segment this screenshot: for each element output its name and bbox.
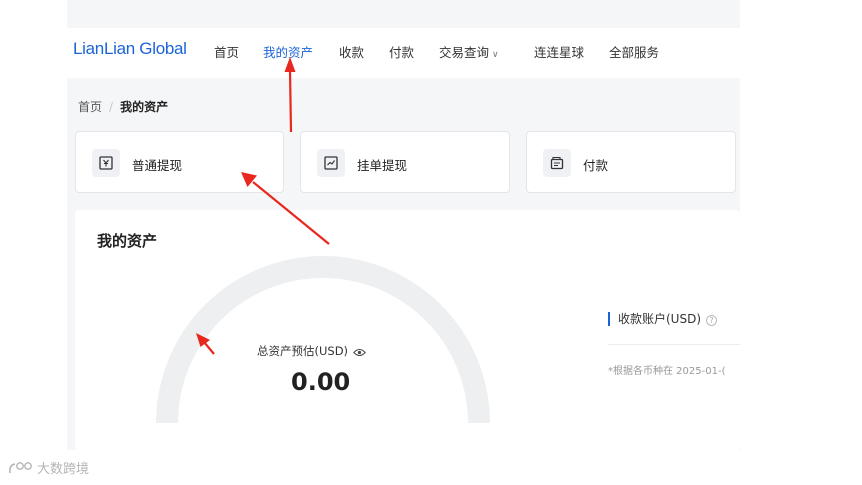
order-withdraw-label: 挂单提现 <box>357 158 408 173</box>
nav-all-services[interactable]: 全部服务 <box>609 42 659 61</box>
collection-account-label-text: 收款账户(USD) <box>618 312 702 326</box>
watermark-logo-icon <box>8 461 34 479</box>
app-window: LianLian Global 首页 我的资产 收款 付款 交易查询 ∨ 连连星球… <box>67 0 740 450</box>
exchange-rate-note: *根据各币种在 2025-01-( <box>608 366 726 377</box>
nav-transaction-query-label: 交易查询 <box>439 45 490 60</box>
breadcrumb-current: 我的资产 <box>120 100 169 114</box>
nav-lianlian-planet[interactable]: 连连星球 <box>534 42 584 61</box>
normal-withdraw-button[interactable]: 普通提现 <box>75 131 284 193</box>
watermark: 大数跨境 <box>8 458 89 479</box>
panel-title: 我的资产 <box>97 232 158 250</box>
nav-receive[interactable]: 收款 <box>339 42 364 61</box>
top-navigation: LianLian Global 首页 我的资产 收款 付款 交易查询 ∨ 连连星球… <box>67 28 740 78</box>
chevron-down-icon: ∨ <box>492 50 499 60</box>
order-withdraw-icon <box>317 149 345 177</box>
nav-payment[interactable]: 付款 <box>389 42 414 61</box>
withdraw-icon <box>92 149 120 177</box>
my-assets-panel: 我的资产 总资产预估(USD) 0.00 收款账户(USD)? *根据各币种在 … <box>75 210 740 450</box>
divider <box>608 344 740 345</box>
eye-icon[interactable] <box>353 346 366 360</box>
asset-gauge <box>156 256 490 424</box>
total-assets-label: 总资产预估(USD) <box>257 343 366 360</box>
breadcrumb-separator: / <box>109 100 114 114</box>
payment-button[interactable]: 付款 <box>526 131 736 193</box>
order-withdraw-button[interactable]: 挂单提现 <box>300 131 510 193</box>
collection-account-label: 收款账户(USD)? <box>608 312 718 326</box>
help-icon[interactable]: ? <box>706 315 718 326</box>
total-assets-value: 0.00 <box>291 368 351 396</box>
total-assets-label-text: 总资产预估(USD) <box>257 344 349 358</box>
nav-transaction-query[interactable]: 交易查询 ∨ <box>439 42 499 61</box>
normal-withdraw-label: 普通提现 <box>132 158 183 173</box>
nav-my-assets[interactable]: 我的资产 <box>263 42 313 61</box>
breadcrumb: 首页 / 我的资产 <box>78 98 168 115</box>
watermark-text: 大数跨境 <box>37 462 90 477</box>
payment-label: 付款 <box>583 158 609 173</box>
nav-home[interactable]: 首页 <box>214 42 239 61</box>
breadcrumb-home[interactable]: 首页 <box>78 100 102 114</box>
logo[interactable]: LianLian Global <box>73 39 187 59</box>
payment-icon <box>543 149 571 177</box>
